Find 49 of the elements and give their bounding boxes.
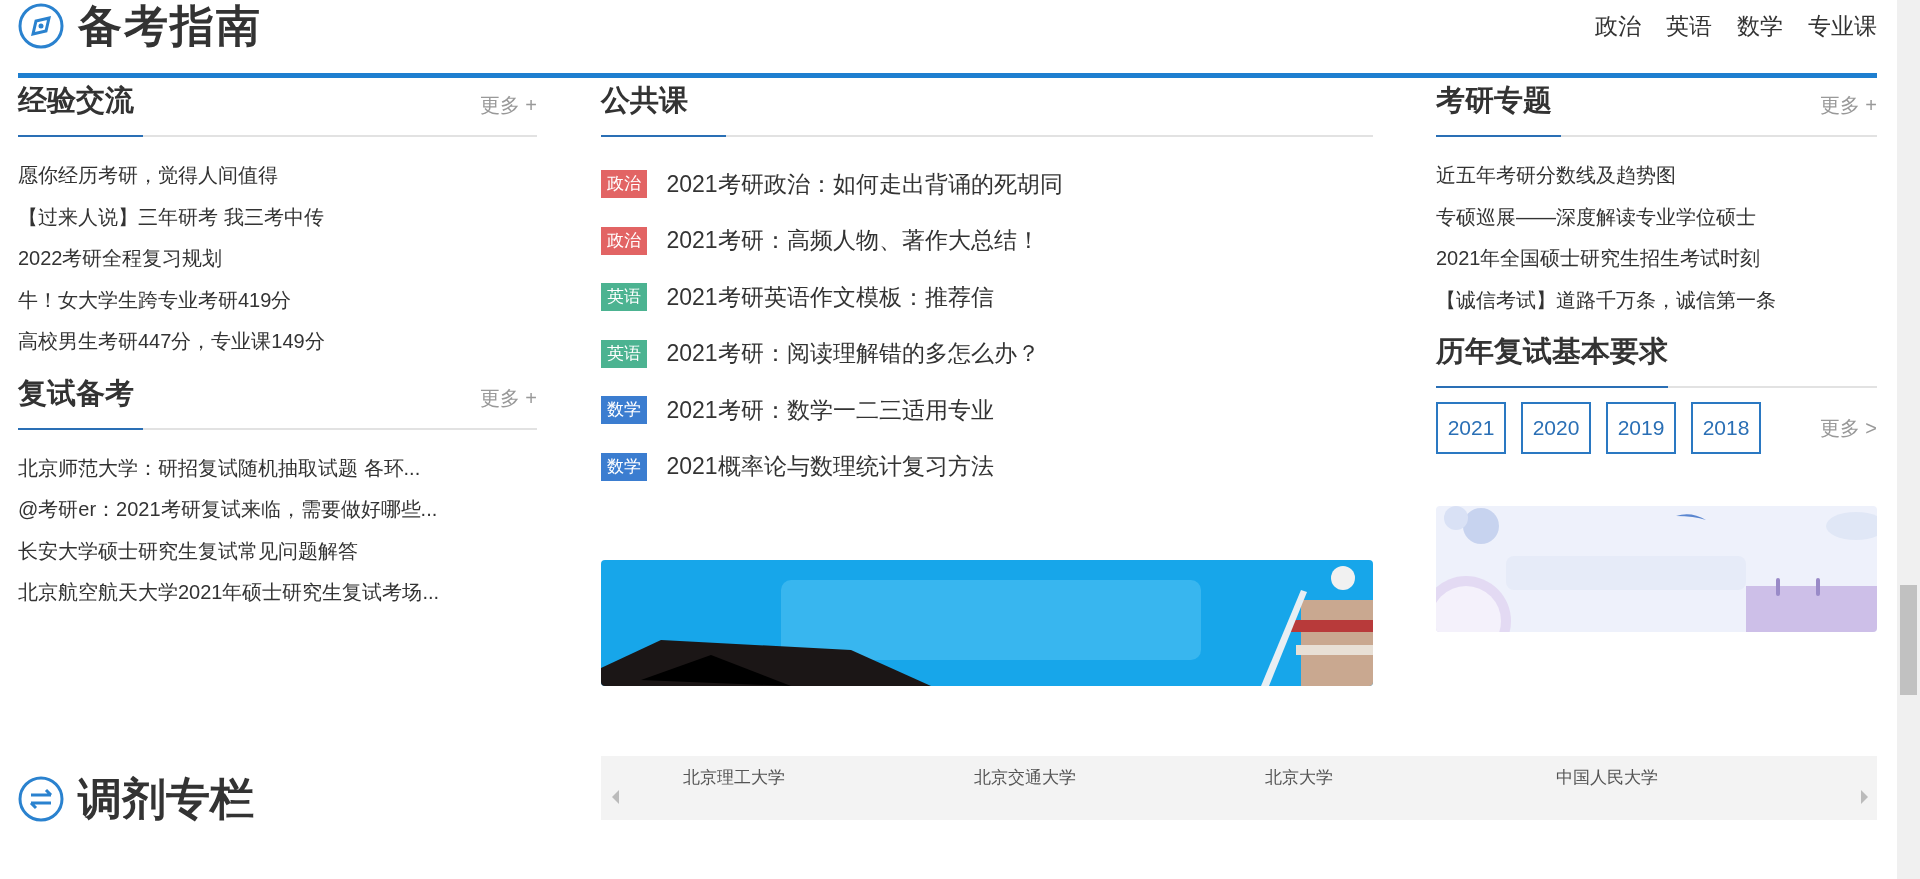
year-button[interactable]: 2019: [1606, 402, 1676, 454]
article-link[interactable]: 高校男生考研447分，专业课149分: [18, 330, 325, 352]
university-link[interactable]: 中国人民大学: [1556, 766, 1847, 789]
right-arrow-icon[interactable]: [1859, 788, 1871, 806]
section-title: 备考指南: [78, 0, 263, 52]
article-link[interactable]: 专硕巡展——深度解读专业学位硕士: [1436, 205, 1756, 228]
section-title: 调剂专栏: [78, 774, 254, 824]
subject-tag: 数学: [600, 396, 647, 425]
article-link[interactable]: 愿你经历考研，觉得人间值得: [18, 164, 278, 186]
nav-link[interactable]: 英语: [1666, 10, 1712, 42]
year-button[interactable]: 2021: [1436, 402, 1506, 454]
subject-tag: 数学: [600, 452, 647, 481]
subject-tag: 政治: [600, 170, 647, 199]
nav-link[interactable]: 数学: [1737, 10, 1783, 42]
compass-icon: [18, 3, 64, 49]
section-heading: 经验交流: [18, 81, 143, 137]
article-link[interactable]: 2021考研：数学一二三适用专业: [666, 394, 994, 426]
article-link[interactable]: 2021考研政治：如何走出背诵的死胡同: [666, 168, 1063, 200]
subject-tag: 政治: [600, 226, 647, 255]
article-link[interactable]: 北京航空航天大学2021年硕士研究生复试考场...: [18, 581, 440, 603]
nav-link[interactable]: 政治: [1595, 10, 1641, 42]
article-link[interactable]: 【诚信考试】道路千万条，诚信第一条: [1436, 288, 1776, 311]
nav-link[interactable]: 专业课: [1808, 10, 1877, 42]
scrollbar[interactable]: [1897, 0, 1920, 879]
article-link[interactable]: 长安大学硕士研究生复试常见问题解答: [18, 539, 358, 562]
article-link[interactable]: 2021概率论与数理统计复习方法: [666, 451, 994, 483]
article-link[interactable]: 2021考研：阅读理解错的多怎么办？: [666, 338, 1040, 370]
article-link[interactable]: 2021考研：高频人物、著作大总结！: [666, 225, 1040, 257]
subject-tag: 英语: [600, 283, 647, 312]
section-heading: 考研专题: [1436, 81, 1561, 137]
scrollbar-thumb[interactable]: [1900, 585, 1917, 695]
article-link[interactable]: 2021考研英语作文模板：推荐信: [666, 281, 994, 313]
article-link[interactable]: 近五年考研分数线及趋势图: [1436, 164, 1676, 186]
article-link[interactable]: 牛！女大学生跨专业考研419分: [18, 288, 292, 311]
year-button[interactable]: 2018: [1691, 402, 1761, 454]
article-link[interactable]: 北京师范大学：研招复试随机抽取试题 各环...: [18, 456, 421, 479]
university-link[interactable]: 北京大学: [1265, 766, 1556, 789]
article-link[interactable]: 2022考研全程复习规划: [18, 247, 223, 269]
section-heading: 历年复试基本要求: [1436, 332, 1668, 388]
year-button[interactable]: 2020: [1521, 402, 1591, 454]
section-heading: 复试备考: [18, 373, 143, 430]
swap-icon: [18, 776, 64, 822]
university-link[interactable]: 北京交通大学: [974, 766, 1265, 789]
article-link[interactable]: 【过来人说】三年研考 我三考中传: [18, 205, 324, 228]
subject-tag: 英语: [600, 339, 647, 368]
article-link[interactable]: @考研er：2021考研复试来临，需要做好哪些...: [18, 498, 438, 520]
section-heading: 公共课: [600, 81, 726, 137]
article-link[interactable]: 2021年全国硕士研究生招生考试时刻: [1436, 247, 1761, 269]
university-link[interactable]: 北京理工大学: [683, 766, 974, 789]
